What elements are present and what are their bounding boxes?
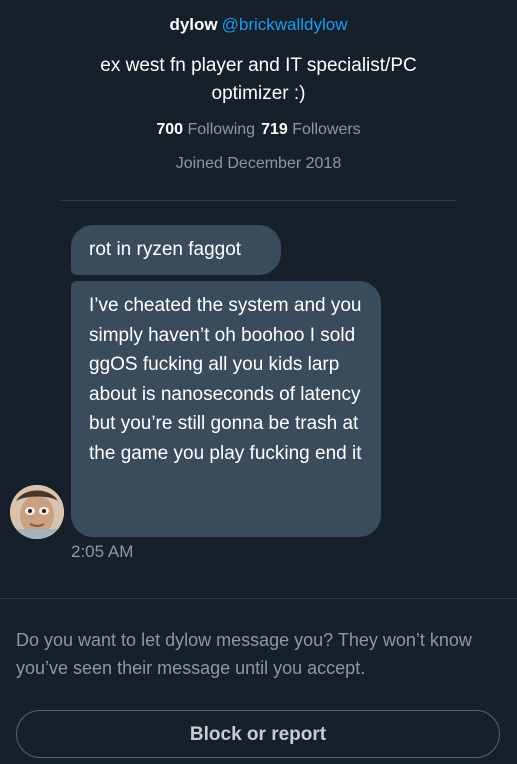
block-or-report-button[interactable]: Block or report <box>16 710 500 758</box>
profile-name-row: dylow @brickwalldylow <box>0 14 517 36</box>
message-bubble[interactable]: I’ve cheated the system and you simply h… <box>71 281 381 537</box>
following-stat[interactable]: 700 Following <box>156 121 255 138</box>
profile-stats: 700 Following 719 Followers <box>0 120 517 140</box>
display-name[interactable]: dylow <box>169 15 217 34</box>
joined-date: Joined December 2018 <box>175 155 342 172</box>
message-request-screen: dylow @brickwalldylow ex west fn player a… <box>0 0 517 764</box>
followers-label: Followers <box>292 121 361 138</box>
followers-stat[interactable]: 719 Followers <box>261 121 361 138</box>
header-divider <box>60 200 457 201</box>
message-timestamp: 2:05 AM <box>71 542 134 561</box>
user-handle[interactable]: @brickwalldylow <box>222 15 348 34</box>
profile-bio: ex west fn player and IT specialist/PC o… <box>100 55 417 104</box>
following-count: 700 <box>156 121 184 138</box>
message-request-prompt: Do you want to let dylow message you? Th… <box>16 630 472 678</box>
user-avatar-photo[interactable] <box>10 485 64 539</box>
avatar-photo-icon <box>10 485 64 539</box>
request-divider <box>0 598 517 599</box>
followers-count: 719 <box>261 121 288 138</box>
following-label: Following <box>187 121 256 138</box>
message-bubble[interactable]: rot in ryzen faggot <box>71 225 281 275</box>
